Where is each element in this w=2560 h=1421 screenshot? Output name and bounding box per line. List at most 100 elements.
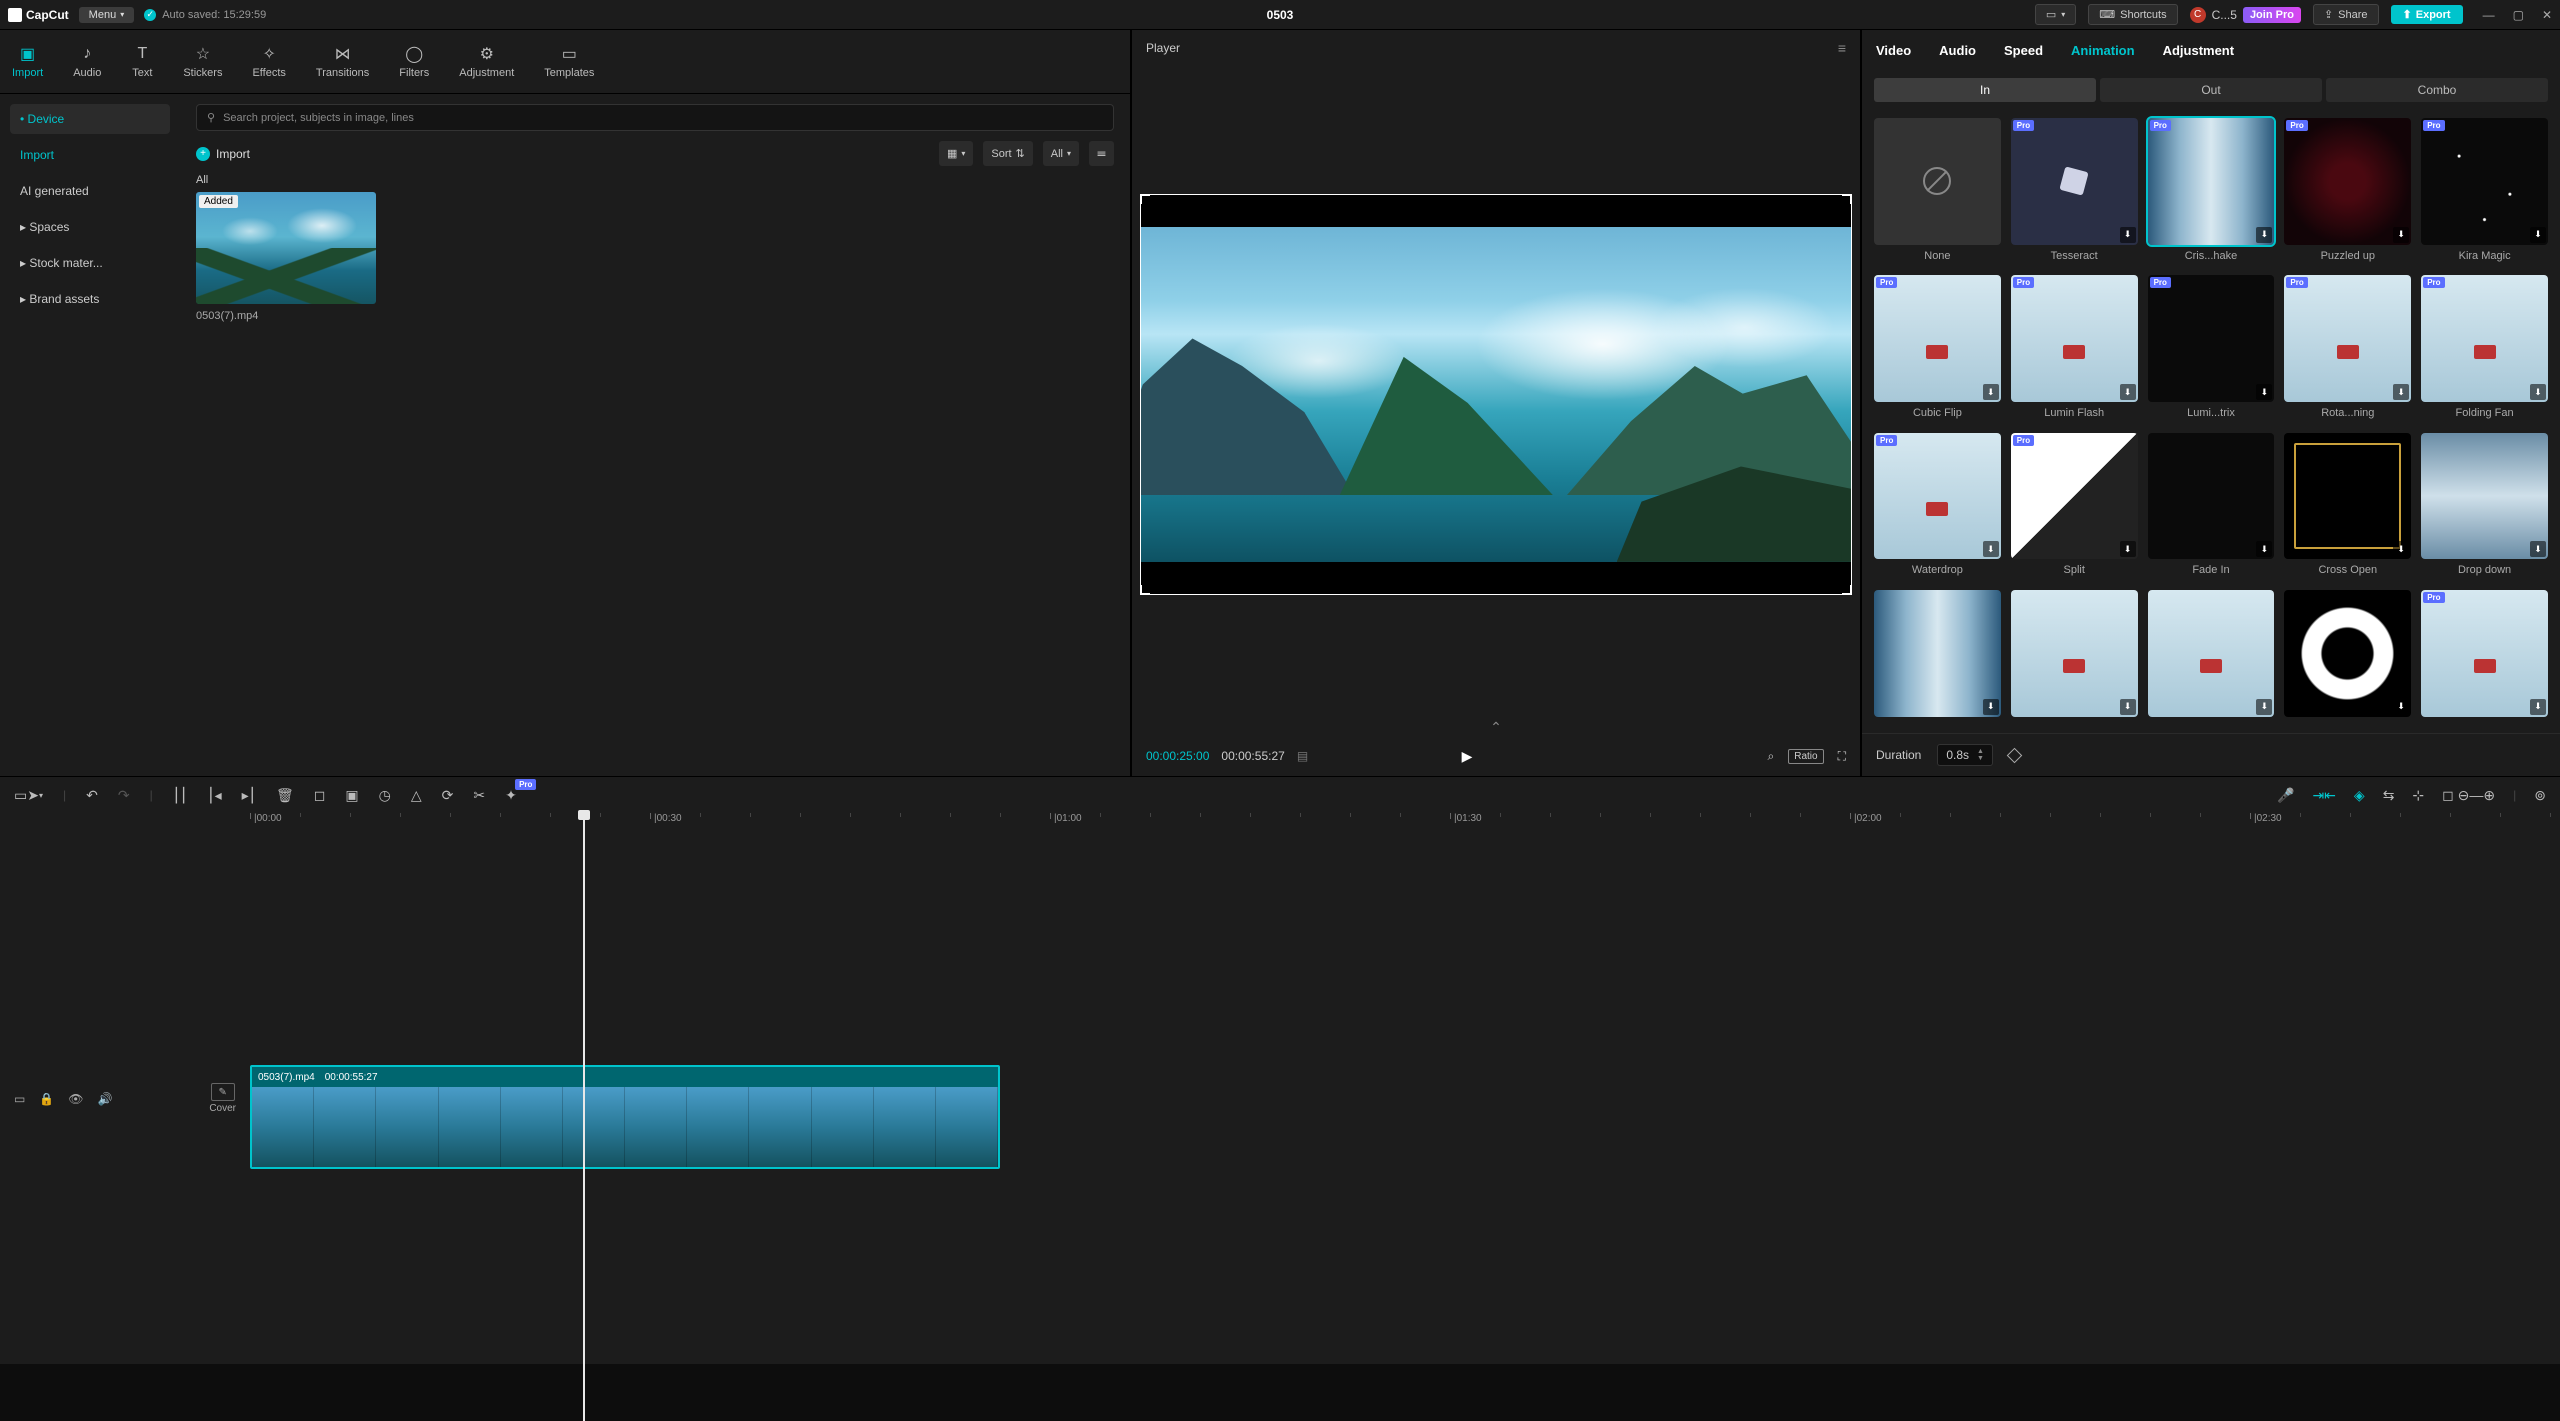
split-button[interactable]: ⎮⎮ — [173, 787, 188, 804]
sidebar-item-spaces[interactable]: ▸ Spaces — [10, 212, 170, 242]
tab-stickers[interactable]: ☆Stickers — [183, 45, 222, 79]
split-left-button[interactable]: ⎮◂ — [207, 787, 221, 804]
grid-view-button[interactable]: ▦ ▾ — [939, 141, 973, 166]
video-viewport[interactable] — [1140, 194, 1852, 595]
video-track[interactable]: 0503(7).mp4 00:00:55:27 — [250, 833, 2560, 1364]
compare-icon[interactable]: ▤ — [1297, 749, 1308, 763]
anim-item-waterdrop[interactable]: Pro⬇Waterdrop — [1874, 433, 2001, 580]
anim-item-row[interactable]: ⬇ — [2148, 590, 2275, 725]
all-filter-button[interactable]: All ▾ — [1043, 141, 1079, 166]
anim-item-crishake[interactable]: Pro⬇Cris...hake — [2148, 118, 2275, 265]
inspector-tab-video[interactable]: Video — [1876, 43, 1911, 58]
freeze-button[interactable]: ▣ — [345, 787, 358, 804]
anim-item-row[interactable]: Pro⬇ — [2421, 590, 2548, 725]
join-pro-button[interactable]: Join Pro — [2243, 7, 2301, 23]
preview-axis-button[interactable]: ⊹ — [2412, 787, 2424, 804]
ai-tools-button[interactable]: ✦Pro — [505, 787, 517, 804]
speed-button[interactable]: ◷ — [379, 787, 391, 804]
tab-filters[interactable]: ◯Filters — [399, 45, 429, 79]
zoom-slider[interactable]: ◻ ⊖—⊕ — [2442, 787, 2495, 804]
track-options-icon[interactable]: ▭ — [14, 1092, 25, 1106]
split-right-button[interactable]: ▸⎮ — [242, 787, 256, 804]
share-button[interactable]: ⇪ Share — [2313, 4, 2379, 25]
zoom-fit-button[interactable]: ⊚ — [2534, 787, 2546, 804]
menu-button[interactable]: Menu ▾ — [79, 7, 135, 23]
anim-item-row[interactable]: ⬇ — [2284, 590, 2411, 725]
tab-audio[interactable]: ♪Audio — [73, 45, 101, 79]
zoom-reset-icon[interactable]: ⌕ — [1767, 749, 1774, 764]
sidebar-item-brandassets[interactable]: ▸ Brand assets — [10, 284, 170, 314]
tab-import[interactable]: ▣Import — [12, 45, 43, 79]
anim-item-split[interactable]: Pro⬇Split — [2011, 433, 2138, 580]
anim-item-dropdown[interactable]: ⬇Drop down — [2421, 433, 2548, 580]
delete-button[interactable]: 🗑 — [276, 787, 294, 804]
timeline-clip[interactable]: 0503(7).mp4 00:00:55:27 — [250, 1065, 1000, 1169]
anim-item-rotaning[interactable]: Pro⬇Rota...ning — [2284, 275, 2411, 422]
subtab-in[interactable]: In — [1874, 78, 2096, 102]
speaker-icon[interactable]: 🔊 — [98, 1092, 113, 1106]
tab-transitions[interactable]: ⋈Transitions — [316, 45, 369, 79]
auto-snap-button[interactable]: ◈ — [2354, 787, 2365, 804]
marker-button[interactable]: ◻ — [314, 787, 326, 804]
anim-item-foldingfan[interactable]: Pro⬇Folding Fan — [2421, 275, 2548, 422]
anim-item-luminflash[interactable]: Pro⬇Lumin Flash — [2011, 275, 2138, 422]
inspector-tab-speed[interactable]: Speed — [2004, 43, 2043, 58]
collapse-handle[interactable]: ⌃ — [1132, 719, 1860, 736]
crop-button[interactable]: ✂ — [473, 787, 485, 804]
media-clip[interactable]: Added 0503(7).mp4 — [196, 192, 376, 322]
subtab-out[interactable]: Out — [2100, 78, 2322, 102]
undo-button[interactable]: ↶ — [86, 787, 98, 804]
voiceover-button[interactable]: 🎤 — [2277, 787, 2294, 804]
duration-input[interactable]: 0.8s ▲▼ — [1937, 744, 1993, 766]
rotate-button[interactable]: ⟳ — [442, 787, 454, 804]
ratio-button[interactable]: Ratio — [1788, 749, 1823, 764]
maximize-button[interactable]: ▢ — [2513, 8, 2524, 22]
sort-button[interactable]: Sort ⇅ — [983, 141, 1032, 166]
minimize-button[interactable]: — — [2483, 8, 2495, 22]
subtab-combo[interactable]: Combo — [2326, 78, 2548, 102]
sidebar-item-device[interactable]: • Device — [10, 104, 170, 134]
anim-item-fadein[interactable]: ⬇Fade In — [2148, 433, 2275, 580]
filter-button[interactable]: 𝍢 — [1089, 141, 1114, 166]
anim-item-cubicflip[interactable]: Pro⬇Cubic Flip — [1874, 275, 2001, 422]
tab-text[interactable]: TText — [131, 45, 153, 79]
anim-item-none[interactable]: None — [1874, 118, 2001, 265]
layout-menu[interactable]: ▭ ▾ — [2035, 4, 2076, 25]
anim-item-tesseract[interactable]: Pro⬇Tesseract — [2011, 118, 2138, 265]
anim-item-crossopen[interactable]: ⬇Cross Open — [2284, 433, 2411, 580]
search-input[interactable]: ⚲ Search project, subjects in image, lin… — [196, 104, 1114, 131]
step-down-icon[interactable]: ▼ — [1977, 755, 1984, 762]
anim-item-lumitrix[interactable]: Pro⬇Lumi...trix — [2148, 275, 2275, 422]
anim-item-row[interactable]: ⬇ — [2011, 590, 2138, 725]
mirror-button[interactable]: △ — [411, 787, 422, 804]
tab-templates[interactable]: ▭Templates — [544, 45, 594, 79]
import-button[interactable]: + Import — [196, 147, 250, 161]
sidebar-item-import[interactable]: Import — [10, 140, 170, 170]
timeline-ruler[interactable]: |00:00|00:30|01:00|01:30|02:00|02:30 — [250, 813, 2548, 833]
anim-item-kiramagic[interactable]: Pro⬇Kira Magic — [2421, 118, 2548, 265]
lock-icon[interactable]: 🔒 — [39, 1092, 54, 1106]
inspector-tab-animation[interactable]: Animation — [2071, 43, 2135, 58]
close-button[interactable]: ✕ — [2542, 8, 2552, 22]
sidebar-item-stockmater[interactable]: ▸ Stock mater... — [10, 248, 170, 278]
anim-item-row[interactable]: ⬇ — [1874, 590, 2001, 725]
step-up-icon[interactable]: ▲ — [1977, 748, 1984, 755]
link-button[interactable]: ⇆ — [2383, 787, 2395, 804]
export-button[interactable]: ⬆ Export — [2391, 5, 2463, 24]
magnet-button[interactable]: ⇥⇤ — [2312, 787, 2335, 804]
shortcuts-button[interactable]: ⌨ Shortcuts — [2088, 4, 2177, 25]
playhead[interactable] — [583, 813, 585, 1421]
sidebar-item-aigenerated[interactable]: AI generated — [10, 176, 170, 206]
selection-tool[interactable]: ▭➤ ▾ — [14, 787, 43, 804]
avatar[interactable]: C — [2190, 7, 2206, 23]
play-button[interactable]: ▶ — [1462, 748, 1473, 765]
anim-item-puzzledup[interactable]: Pro⬇Puzzled up — [2284, 118, 2411, 265]
keyframe-icon[interactable] — [2007, 747, 2023, 763]
inspector-tab-adjustment[interactable]: Adjustment — [2163, 43, 2235, 58]
eye-icon[interactable]: 👁 — [68, 1092, 83, 1106]
inspector-tab-audio[interactable]: Audio — [1939, 43, 1976, 58]
tab-adjustment[interactable]: ⚙Adjustment — [459, 45, 514, 79]
player-menu-icon[interactable]: ≡ — [1838, 40, 1846, 56]
cover-button[interactable]: ✎ Cover — [209, 1083, 236, 1114]
tab-effects[interactable]: ✧Effects — [252, 45, 285, 79]
